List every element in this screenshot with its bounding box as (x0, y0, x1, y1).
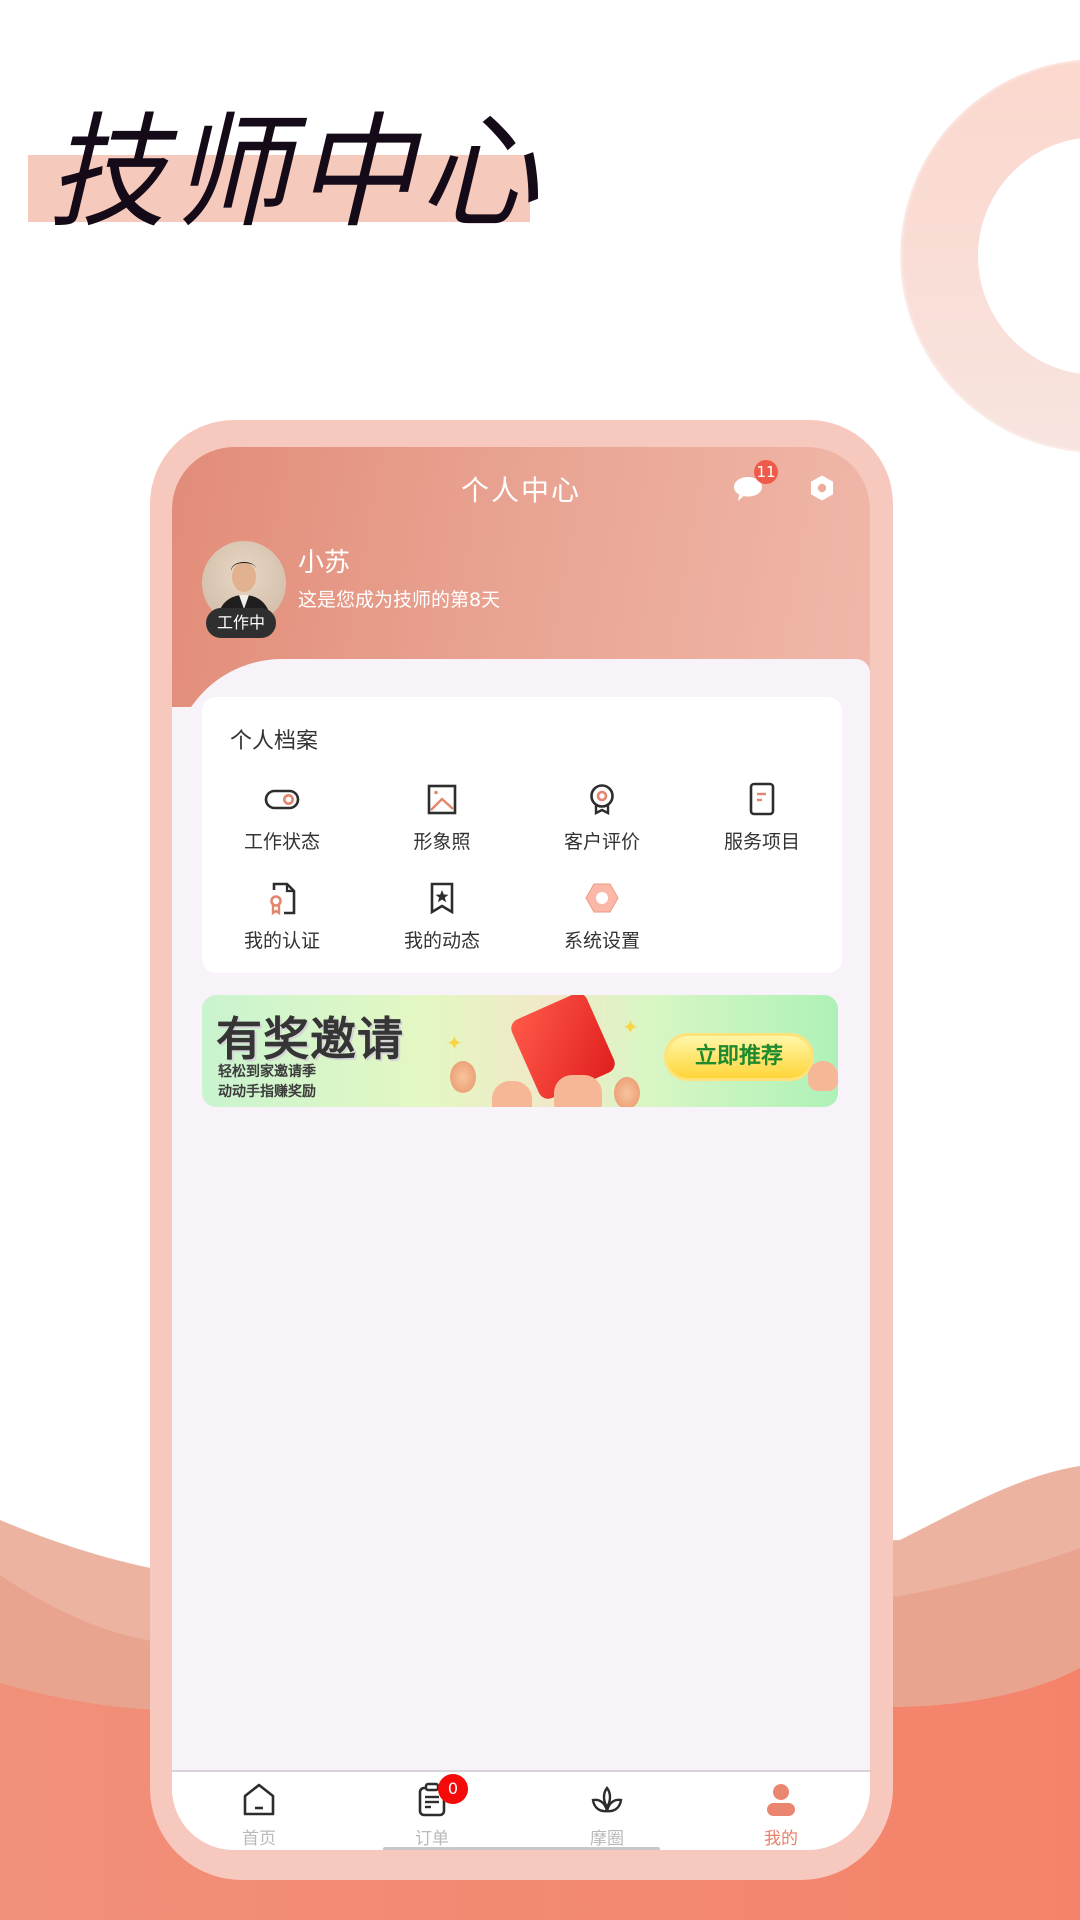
banner-title: 有奖邀请 (216, 1012, 404, 1066)
user-icon (767, 1784, 795, 1816)
personal-archive-card: 个人档案 工作状态 形象照 客户评价 服务项目 我的认证 我的动态 系统设置 (202, 697, 842, 973)
tab-mine[interactable]: 我的 (721, 1782, 841, 1849)
card-title: 个人档案 (230, 729, 319, 754)
grid-item-reviews[interactable]: 客户评价 (522, 779, 682, 859)
grid-item-label: 客户评价 (563, 831, 640, 853)
bottom-tab-bar: 首页 0 订单 摩圈 我的 (172, 1770, 870, 1850)
tab-label: 摩圈 (590, 1829, 624, 1849)
coin-icon (450, 1061, 476, 1093)
grid-item-portrait[interactable]: 形象照 (362, 779, 522, 859)
grid-item-system-settings[interactable]: 系统设置 (522, 878, 682, 958)
sparkle-icon: ✦ (622, 1015, 639, 1039)
promo-title: 技师中心 (48, 100, 545, 245)
grid-item-services[interactable]: 服务项目 (682, 779, 842, 859)
user-name: 小苏 (298, 548, 351, 578)
document-icon (749, 782, 775, 816)
toggle-icon (264, 789, 300, 810)
avatar[interactable]: 工作中 (202, 541, 286, 638)
tab-label: 订单 (415, 1829, 449, 1849)
home-icon (243, 1783, 275, 1816)
work-status-badge: 工作中 (206, 608, 276, 638)
grid-item-label: 我的认证 (243, 930, 320, 952)
orders-count-badge: 0 (438, 1774, 468, 1804)
grid-item-my-posts[interactable]: 我的动态 (362, 878, 522, 958)
pointing-hand-icon (808, 1061, 838, 1091)
grid-item-label: 系统设置 (563, 930, 640, 952)
recommend-now-button[interactable]: 立即推荐 (664, 1033, 814, 1081)
phone-frame: 个人中心 11 工作中 小苏 这是您成为技师的第8天 个人档案 工作状态 形象照… (150, 420, 893, 1880)
bookmark-star-icon (430, 882, 454, 915)
home-indicator (383, 1847, 660, 1850)
image-icon (427, 784, 457, 815)
settings-icon (585, 883, 619, 913)
tab-orders[interactable]: 0 订单 (372, 1774, 492, 1849)
tab-label: 首页 (242, 1829, 276, 1849)
certificate-icon (270, 882, 296, 916)
grid-item-certification[interactable]: 我的认证 (202, 878, 362, 958)
phone-screen: 个人中心 11 工作中 小苏 这是您成为技师的第8天 个人档案 工作状态 形象照… (172, 447, 870, 1850)
banner-line-2: 动动手指赚奖励 (218, 1084, 316, 1100)
banner-line-1: 轻松到家邀请季 (218, 1064, 316, 1080)
settings-icon[interactable] (808, 474, 836, 502)
sparkle-icon: ✦ (446, 1031, 463, 1055)
coin-icon (614, 1077, 640, 1107)
grid-item-label: 我的动态 (403, 930, 480, 952)
tab-home[interactable]: 首页 (199, 1782, 319, 1849)
tab-label: 我的 (764, 1829, 798, 1849)
tab-circle[interactable]: 摩圈 (547, 1782, 667, 1849)
message-count-badge: 11 (754, 460, 778, 484)
tenure-text: 这是您成为技师的第8天 (298, 589, 501, 611)
grid-item-work-status[interactable]: 工作状态 (202, 779, 362, 859)
award-icon (590, 784, 614, 815)
lotus-icon (591, 1786, 623, 1813)
grid-item-label: 形象照 (413, 831, 471, 853)
hand-icon (554, 1075, 602, 1107)
hand-icon (492, 1081, 532, 1107)
invite-reward-banner[interactable]: 有奖邀请 轻松到家邀请季 动动手指赚奖励 ✦ ✦ 立即推荐 (202, 995, 838, 1107)
grid-item-label: 服务项目 (723, 831, 800, 853)
grid-item-label: 工作状态 (243, 831, 320, 853)
